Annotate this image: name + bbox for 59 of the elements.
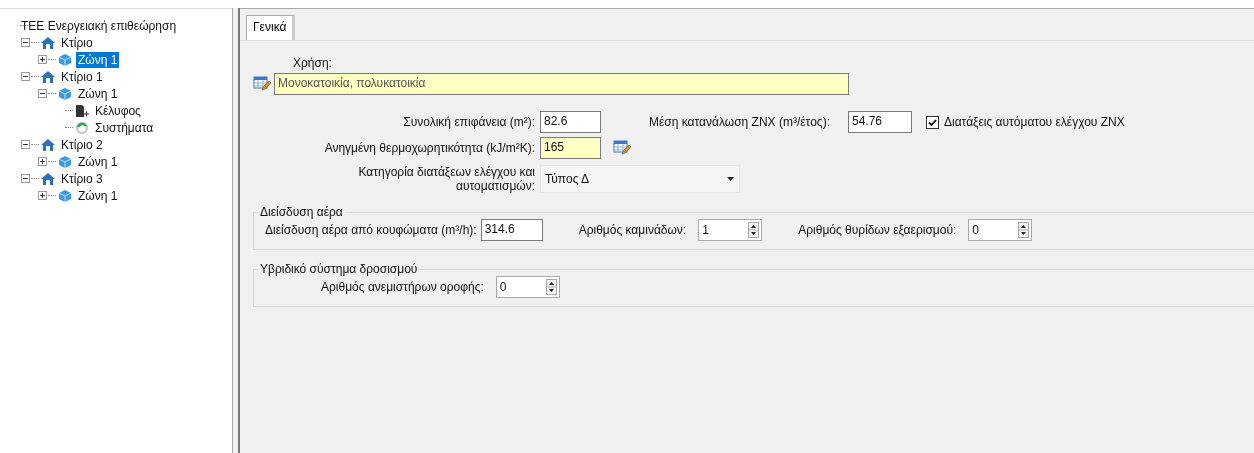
expand-toggle[interactable]	[38, 55, 47, 64]
text-field[interactable]: 314.6	[480, 219, 543, 241]
tree-item[interactable]: Κέλυφος	[93, 102, 143, 119]
cube-icon	[57, 188, 73, 203]
cube-icon	[57, 154, 73, 169]
tree-item[interactable]: ΤΕΕ Ενεργειακή επιθεώρηση	[19, 17, 179, 34]
table-edit-icon[interactable]	[253, 76, 271, 92]
tree-item[interactable]: Ζώνη 1	[76, 51, 120, 68]
field-label: Χρήση:	[293, 56, 333, 70]
field-label: Ανηγμένη θερμοχωρητικότητα (kJ/m²K):	[323, 141, 535, 155]
expand-toggle[interactable]	[38, 191, 47, 200]
spinner-field[interactable]: 0	[968, 219, 1033, 241]
collapse-toggle[interactable]	[21, 38, 30, 47]
group-title: Υβριδικό σύστημα δροσισμού	[259, 262, 419, 276]
tab[interactable]: Γενικά	[246, 15, 296, 40]
collapse-toggle[interactable]	[38, 89, 47, 98]
house-icon	[40, 69, 56, 84]
field-label: Αριθμός ανεμιστήρων οροφής:	[321, 280, 484, 294]
heat-capacity-field[interactable]: 165	[540, 137, 601, 159]
field-label: Μέση κατανάλωση ZNX (m³/έτος):	[649, 115, 830, 129]
field-label: Αριθμός καμινάδων:	[578, 223, 687, 237]
house-icon	[40, 171, 56, 186]
collapse-toggle[interactable]	[21, 72, 30, 81]
spin-arrows-icon[interactable]	[545, 279, 557, 295]
tree-item[interactable]: Συστήματα	[93, 119, 156, 136]
splitter[interactable]	[232, 8, 240, 453]
spinner-field[interactable]: 0	[495, 276, 560, 298]
collapse-toggle[interactable]	[21, 140, 30, 149]
ring-icon	[74, 120, 90, 135]
spin-arrows-icon[interactable]	[1018, 222, 1030, 238]
tree-item[interactable]: Ζώνη 1	[76, 85, 120, 102]
cube-icon	[57, 86, 73, 101]
tree-item[interactable]: Κτίριο 2	[59, 136, 105, 153]
group-title: Διείσδυση αέρα	[259, 205, 344, 219]
field-label: Κατηγορία διατάξεων ελέγχου και αυτοματισμών:	[357, 165, 535, 193]
field-label: Αριθμός θυρίδων εξαερισμού:	[798, 223, 957, 237]
area-field[interactable]: 82.6	[540, 111, 601, 133]
house-icon	[40, 35, 56, 50]
field-label: Συνολική επιφάνεια (m²):	[402, 115, 535, 129]
house-icon	[40, 137, 56, 152]
collapse-toggle[interactable]	[21, 174, 30, 183]
tree-item[interactable]: Κτίριο 3	[59, 170, 105, 187]
spinner-field[interactable]: 1	[698, 219, 763, 241]
cube-icon	[57, 52, 73, 67]
checkbox-label: Διατάξεις αυτόματου ελέγχου ZNX	[943, 115, 1125, 129]
tree-item[interactable]: Κτίριο	[59, 34, 95, 51]
table-edit-icon[interactable]	[613, 140, 631, 156]
consumption-field[interactable]: 54.76	[847, 111, 912, 133]
document-plus-icon	[74, 103, 90, 118]
usage-field[interactable]: Μονοκατοικία, πολυκατοικία	[274, 73, 849, 95]
tree-item[interactable]: Κτίριο 1	[59, 68, 105, 85]
spin-arrows-icon[interactable]	[748, 222, 760, 238]
checkbox[interactable]	[925, 115, 939, 129]
expand-toggle[interactable]	[38, 157, 47, 166]
tree-item[interactable]: Ζώνη 1	[76, 187, 120, 204]
tree-item[interactable]: Ζώνη 1	[76, 153, 120, 170]
category-dropdown[interactable]: Τύπος Δ	[540, 165, 740, 193]
field-label: Διείσδυση αέρα από κουφώματα (m³/h):	[265, 223, 477, 237]
caret-icon	[726, 177, 734, 181]
